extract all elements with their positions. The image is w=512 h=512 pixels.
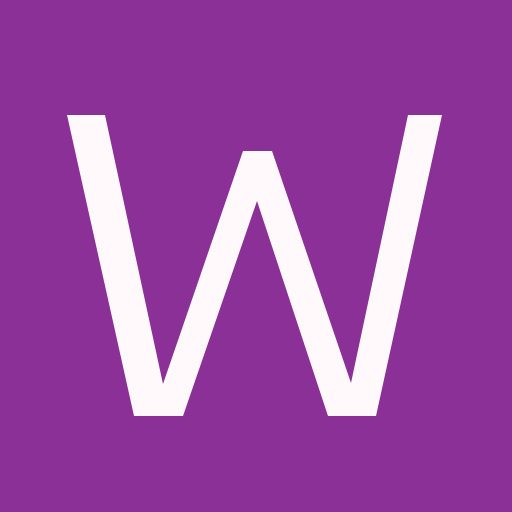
app-icon-tile: W [0,0,512,512]
letter-w-glyph [67,115,442,416]
